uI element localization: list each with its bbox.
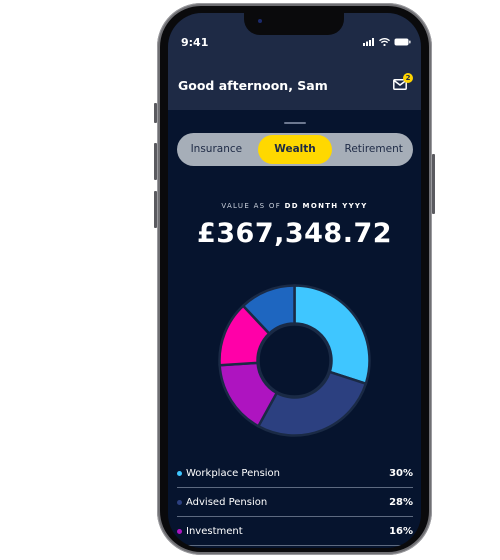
tab-retirement[interactable]: Retirement bbox=[336, 135, 411, 164]
wifi-icon bbox=[379, 38, 390, 46]
power-button bbox=[432, 154, 435, 214]
legend-item-advised-pension[interactable]: Advised Pension 28% bbox=[177, 488, 413, 517]
value-as-of-label: VALUE AS OF DD MONTH YYYY bbox=[168, 202, 421, 210]
status-icons bbox=[363, 38, 411, 46]
mute-switch bbox=[154, 103, 157, 123]
legend-percentage: 30% bbox=[389, 467, 413, 479]
signal-icon bbox=[363, 38, 374, 46]
tab-insurance[interactable]: Insurance bbox=[179, 135, 254, 164]
phone-frame: 9:41 Good afternoon, Sam 2 Insurance Wea… bbox=[154, 3, 435, 555]
legend-percentage: 28% bbox=[389, 496, 413, 508]
product-segmented-control: Insurance Wealth Retirement bbox=[177, 133, 413, 166]
legend-percentage: 16% bbox=[389, 525, 413, 537]
greeting-title: Good afternoon, Sam bbox=[178, 78, 328, 93]
legend-item-investment[interactable]: Investment 16% bbox=[177, 517, 413, 546]
volume-down-button bbox=[154, 191, 157, 228]
status-time: 9:41 bbox=[181, 36, 209, 49]
inbox-badge: 2 bbox=[403, 73, 413, 83]
legend-dot bbox=[177, 470, 182, 476]
total-value-amount: £367,348.72 bbox=[196, 218, 393, 249]
value-label-date: DD MONTH YYYY bbox=[284, 202, 368, 210]
tab-wealth[interactable]: Wealth bbox=[257, 135, 333, 164]
volume-up-button bbox=[154, 143, 157, 180]
value-label-prefix: VALUE AS OF bbox=[221, 202, 282, 210]
legend-name: Investment bbox=[186, 525, 243, 537]
screen: 9:41 Good afternoon, Sam 2 Insurance Wea… bbox=[168, 13, 421, 548]
legend-name: Workplace Pension bbox=[186, 467, 281, 479]
chart-legend: Workplace Pension 30% Advised Pension 28… bbox=[177, 459, 413, 546]
camera-icon bbox=[258, 19, 262, 23]
dynamic-island bbox=[244, 13, 344, 35]
portfolio-donut-chart bbox=[218, 284, 371, 437]
donut-hole bbox=[257, 323, 332, 398]
drag-handle[interactable] bbox=[284, 122, 306, 124]
legend-dot bbox=[177, 499, 182, 505]
legend-dot bbox=[177, 528, 182, 534]
legend-item-workplace-pension[interactable]: Workplace Pension 30% bbox=[177, 459, 413, 488]
legend-name: Advised Pension bbox=[186, 496, 268, 508]
battery-icon bbox=[394, 38, 411, 46]
